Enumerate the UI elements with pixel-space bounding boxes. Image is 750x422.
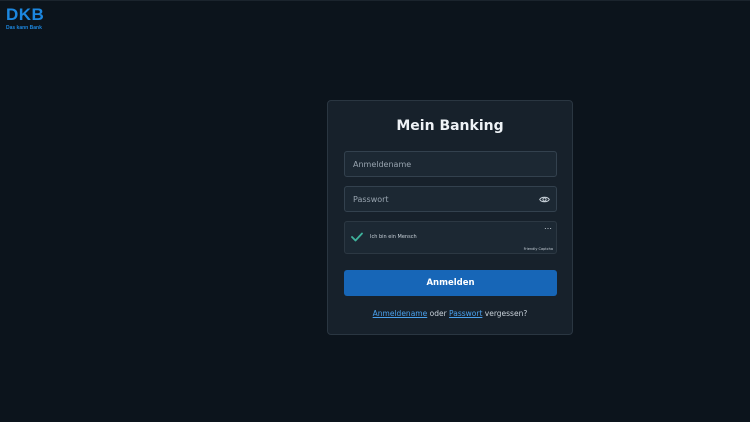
captcha-label: Ich bin ein Mensch bbox=[370, 234, 417, 240]
logo-tagline: Das kann Bank bbox=[6, 25, 42, 31]
password-field[interactable] bbox=[344, 186, 557, 212]
forgot-username-link[interactable]: Anmeldename bbox=[373, 309, 428, 318]
dkb-logo[interactable]: DKB Das kann Bank bbox=[6, 5, 45, 32]
username-input[interactable] bbox=[345, 152, 556, 177]
username-field[interactable] bbox=[344, 151, 557, 177]
logo-mark: DKB bbox=[6, 5, 45, 24]
login-button[interactable]: Anmelden bbox=[344, 270, 557, 296]
password-input[interactable] bbox=[345, 187, 556, 212]
forgot-password-link[interactable]: Passwort bbox=[449, 309, 482, 318]
more-options-icon[interactable]: … bbox=[544, 223, 552, 231]
forgot-suffix: vergessen? bbox=[482, 309, 528, 318]
eye-icon[interactable] bbox=[539, 194, 550, 205]
forgot-separator: oder bbox=[427, 309, 450, 318]
login-page: DKB Das kann Bank Mein Banking Ich bin e… bbox=[0, 0, 750, 422]
checkmark-icon bbox=[351, 232, 363, 242]
page-title: Mein Banking bbox=[396, 118, 504, 134]
login-card: Mein Banking Ich bin ein Mensch … Friend… bbox=[327, 100, 573, 335]
forgot-credentials: Anmeldename oder Passwort vergessen? bbox=[328, 309, 572, 319]
captcha-widget[interactable]: Ich bin ein Mensch … Friendly Captcha bbox=[344, 221, 557, 254]
captcha-brand[interactable]: Friendly Captcha bbox=[524, 247, 553, 251]
